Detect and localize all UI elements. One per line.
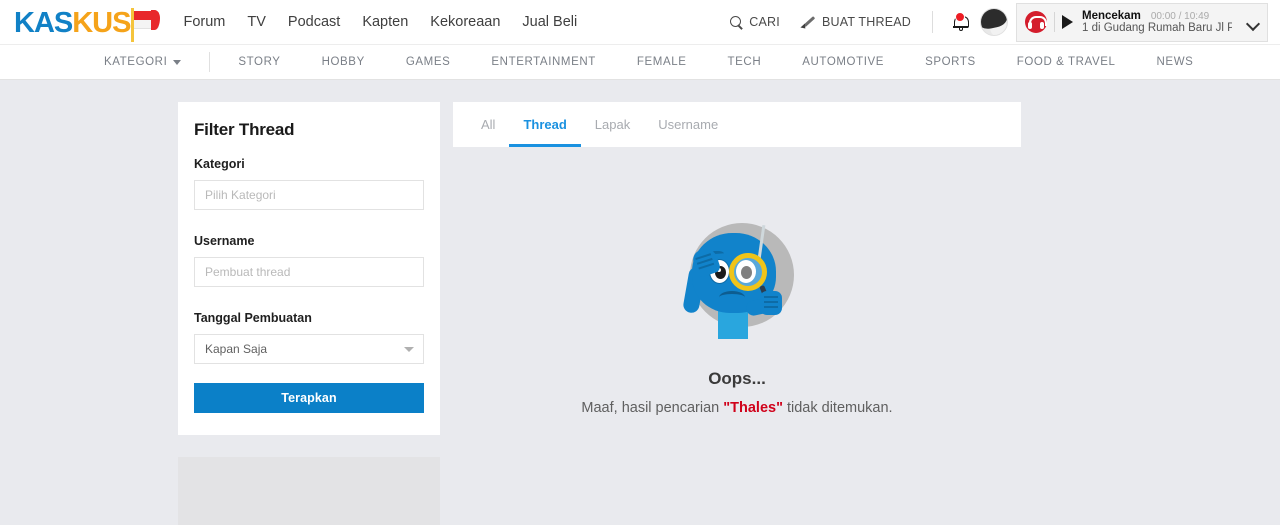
kategori-dropdown[interactable]: KATEGORI [104, 56, 182, 68]
kategori-label: KATEGORI [104, 56, 168, 68]
category-divider [209, 52, 211, 72]
search-icon [730, 15, 743, 29]
nav-item-kapten[interactable]: Kapten [362, 14, 408, 30]
username-input[interactable] [194, 257, 424, 287]
tab-username[interactable]: Username [644, 102, 732, 147]
tab-thread[interactable]: Thread [509, 102, 582, 147]
search-results-content: All Thread Lapak Username Oops... Maaf, … [453, 102, 1021, 525]
nav-item-podcast[interactable]: Podcast [288, 14, 340, 30]
user-avatar[interactable] [980, 8, 1008, 36]
chevron-down-icon [173, 59, 182, 65]
category-item-food-travel[interactable]: FOOD & TRAVEL [1017, 56, 1116, 68]
search-button[interactable]: CARI [719, 15, 791, 29]
filter-sidebar: Filter Thread Kategori Username Tanggal … [178, 102, 440, 525]
category-links: STORY HOBBY GAMES ENTERTAINMENT FEMALE T… [238, 56, 1193, 68]
nav-item-jual-beli[interactable]: Jual Beli [522, 14, 577, 30]
sad-mascot-with-magnifier-icon [672, 215, 802, 347]
pencil-icon [802, 15, 816, 29]
username-field-label: Username [194, 234, 255, 248]
search-label: CARI [749, 15, 780, 29]
category-nav-bar: KATEGORI STORY HOBBY GAMES ENTERTAINMENT… [0, 44, 1280, 80]
podcast-time: 00:00 / 10:49 [1150, 11, 1210, 22]
category-item-entertainment[interactable]: ENTERTAINMENT [491, 56, 596, 68]
headphones-icon [1025, 11, 1047, 33]
empty-state: Oops... Maaf, hasil pencarian "Thales" t… [453, 215, 1021, 416]
tab-all[interactable]: All [467, 102, 509, 147]
create-thread-button[interactable]: BUAT THREAD [791, 15, 922, 29]
filter-title: Filter Thread [194, 120, 295, 139]
notifications-button[interactable] [943, 12, 978, 31]
kategori-field-label: Kategori [194, 157, 245, 171]
logo-text: KASKUS [14, 7, 131, 44]
main-nav: Forum TV Podcast Kapten Kekoreaan Jual B… [183, 14, 577, 30]
header-divider [932, 11, 933, 33]
ad-placeholder [178, 457, 440, 525]
play-icon[interactable] [1062, 15, 1073, 29]
category-item-games[interactable]: GAMES [406, 56, 451, 68]
indonesia-flag-icon [131, 8, 161, 42]
podcast-title: Mencekam [1082, 10, 1141, 22]
podcast-meta: Mencekam 00:00 / 10:49 1 di Gudang Rumah… [1080, 10, 1241, 34]
logo-text-orange: KUS [72, 7, 131, 39]
empty-state-message: Maaf, hasil pencarian "Thales" tidak dit… [453, 400, 1021, 416]
nav-item-forum[interactable]: Forum [183, 14, 225, 30]
podcast-subtitle: 1 di Gudang Rumah Baru Jl Pep [1082, 22, 1232, 34]
category-item-news[interactable]: NEWS [1157, 56, 1194, 68]
apply-filter-button[interactable]: Terapkan [194, 383, 424, 413]
chevron-down-icon[interactable] [1248, 19, 1259, 26]
bell-icon [953, 12, 969, 31]
header-actions: CARI BUAT THREAD Mencekam 00:00 / 10:49 [719, 2, 1280, 42]
kategori-input[interactable] [194, 180, 424, 210]
category-item-tech[interactable]: TECH [728, 56, 762, 68]
filter-thread-card: Filter Thread Kategori Username Tanggal … [178, 102, 440, 435]
empty-state-message-before: Maaf, hasil pencarian [581, 400, 720, 416]
podcast-player[interactable]: Mencekam 00:00 / 10:49 1 di Gudang Rumah… [1016, 2, 1268, 42]
category-item-story[interactable]: STORY [238, 56, 280, 68]
top-header: KASKUS Forum TV Podcast Kapten Kekoreaan… [0, 0, 1280, 44]
category-item-hobby[interactable]: HOBBY [322, 56, 365, 68]
category-item-sports[interactable]: SPORTS [925, 56, 976, 68]
nav-item-kekoreaan[interactable]: Kekoreaan [430, 14, 500, 30]
logo-text-blue: KAS [14, 7, 73, 39]
tab-lapak[interactable]: Lapak [581, 102, 644, 147]
site-logo[interactable]: KASKUS [14, 0, 161, 44]
notification-badge-dot [955, 12, 965, 22]
empty-state-title: Oops... [708, 369, 766, 388]
nav-item-tv[interactable]: TV [247, 14, 266, 30]
tanggal-pembuatan-select-wrap: Kapan Saja [194, 334, 424, 364]
tanggal-pembuatan-label: Tanggal Pembuatan [194, 311, 312, 325]
create-thread-label: BUAT THREAD [821, 15, 911, 29]
results-tab-bar: All Thread Lapak Username [453, 102, 1021, 147]
page-body: Filter Thread Kategori Username Tanggal … [0, 80, 1280, 525]
category-item-female[interactable]: FEMALE [637, 56, 687, 68]
search-keyword: "Thales" [723, 400, 783, 416]
tanggal-pembuatan-select[interactable]: Kapan Saja [194, 334, 424, 364]
category-item-automotive[interactable]: AUTOMOTIVE [802, 56, 884, 68]
empty-state-message-after: tidak ditemukan. [786, 400, 893, 416]
